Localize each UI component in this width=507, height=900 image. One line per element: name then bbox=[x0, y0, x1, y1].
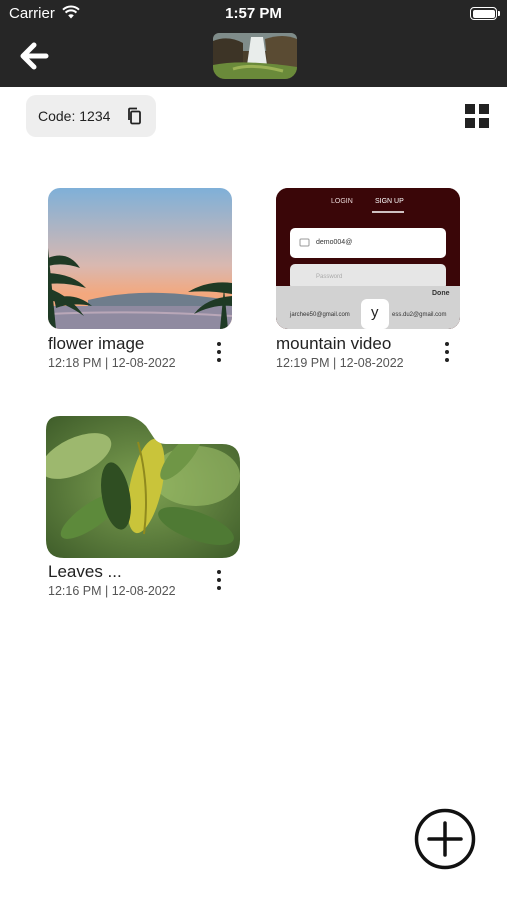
media-card: LOGIN SIGN UP demo004@ Password Done jar… bbox=[276, 188, 471, 388]
waterfall-photo-thumbnail bbox=[213, 33, 297, 79]
media-timestamp: 12:18 PM | 12-08-2022 bbox=[48, 356, 176, 370]
more-options-button[interactable] bbox=[435, 340, 459, 368]
preview-password-placeholder: Password bbox=[316, 274, 343, 280]
video-preview bbox=[276, 188, 460, 329]
copy-icon bbox=[128, 107, 141, 125]
copy-code-button[interactable] bbox=[125, 106, 145, 126]
preview-email-value: demo004@ bbox=[316, 239, 353, 246]
preview-suggestion-left: jarchee50@gmail.com bbox=[290, 312, 350, 318]
media-timestamp: 12:16 PM | 12-08-2022 bbox=[48, 584, 176, 598]
header-thumbnail bbox=[213, 33, 297, 79]
media-thumbnail[interactable] bbox=[48, 188, 232, 329]
preview-key-popup: y bbox=[371, 304, 379, 321]
preview-tab-signup: SIGN UP bbox=[375, 198, 404, 205]
media-title: flower image bbox=[48, 334, 145, 353]
media-thumbnail[interactable]: LOGIN SIGN UP demo004@ Password Done jar… bbox=[276, 188, 460, 329]
add-circle-icon bbox=[414, 808, 476, 870]
preview-done-label: Done bbox=[432, 290, 450, 297]
room-code-label: Code: 1234 bbox=[38, 108, 111, 124]
add-media-button[interactable] bbox=[414, 808, 476, 870]
media-title: Leaves ... bbox=[48, 562, 122, 581]
media-timestamp: 12:19 PM | 12-08-2022 bbox=[276, 356, 404, 370]
media-card: Leaves ... 12:16 PM | 12-08-2022 bbox=[46, 416, 241, 616]
more-options-button[interactable] bbox=[207, 340, 231, 368]
preview-tab-login: LOGIN bbox=[331, 198, 353, 205]
media-title: mountain video bbox=[276, 334, 392, 353]
more-options-button[interactable] bbox=[207, 568, 231, 596]
view-toggle-button[interactable] bbox=[463, 102, 491, 130]
status-time: 1:57 PM bbox=[225, 5, 282, 22]
status-bar: Carrier 1:57 PM bbox=[0, 0, 507, 28]
back-button[interactable] bbox=[16, 38, 56, 74]
media-card: flower image 12:18 PM | 12-08-2022 bbox=[48, 188, 243, 388]
battery-icon bbox=[470, 7, 500, 20]
sunset-palm-image bbox=[48, 188, 232, 329]
app-bar: Carrier 1:57 PM bbox=[0, 0, 507, 87]
grid-view-icon bbox=[465, 104, 489, 128]
arrow-left-icon bbox=[20, 42, 49, 70]
leaves-image bbox=[46, 416, 240, 558]
preview-suggestion-right: ess.du2@gmail.com bbox=[392, 312, 447, 318]
media-thumbnail[interactable] bbox=[46, 416, 240, 558]
